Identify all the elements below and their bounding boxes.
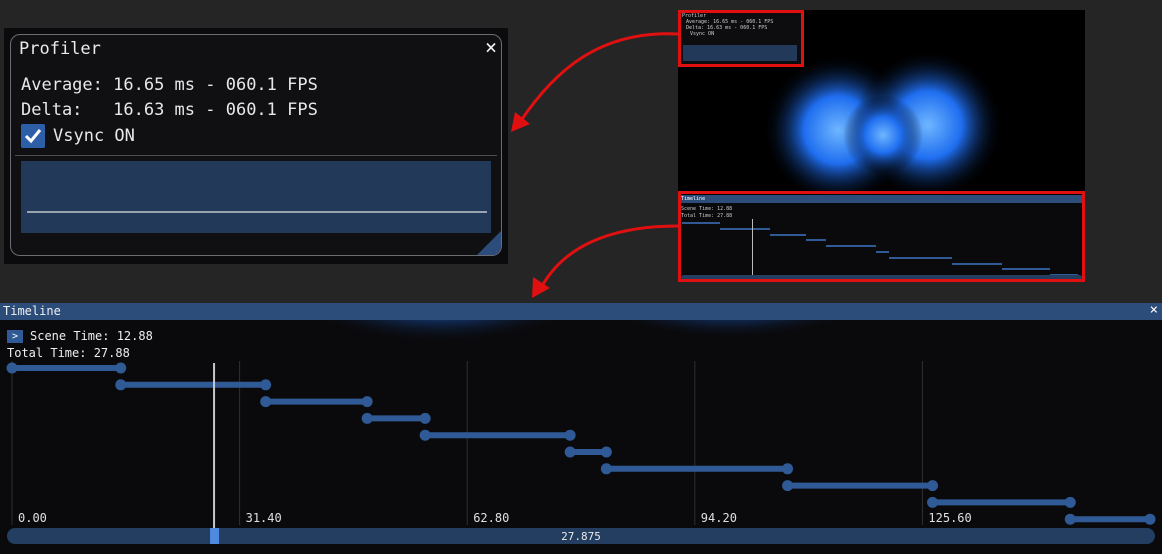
checkmark-icon bbox=[24, 129, 42, 144]
average-value: 16.65 ms - 060.1 FPS bbox=[113, 75, 318, 95]
frame-time-plot bbox=[21, 161, 491, 233]
tick-label: 31.40 bbox=[246, 511, 282, 525]
average-label: Average: bbox=[21, 75, 103, 95]
timeline-title: Timeline bbox=[3, 304, 61, 318]
segment-end-handle[interactable] bbox=[600, 446, 612, 458]
arrow-to-profiler bbox=[518, 32, 679, 123]
timeline-window: 0.00 31.40 62.80 94.20 125.60 27.875 Timeline… bbox=[0, 303, 1162, 554]
vsync-checkbox[interactable] bbox=[21, 124, 45, 148]
segment-end-handle[interactable] bbox=[927, 480, 939, 492]
segment-start-handle[interactable] bbox=[600, 463, 612, 475]
highlight-timeline-box bbox=[678, 191, 1085, 282]
segment-end-handle[interactable] bbox=[564, 429, 576, 441]
separator bbox=[15, 155, 497, 156]
segment-end-handle[interactable] bbox=[782, 463, 794, 475]
highlight-profiler-box bbox=[678, 10, 804, 67]
scene-time-row: > Scene Time: 12.88 bbox=[7, 329, 153, 343]
segment-end-handle[interactable] bbox=[419, 412, 431, 424]
arrow-head-timeline bbox=[532, 277, 550, 298]
total-time-text: Total Time: 27.88 bbox=[7, 346, 130, 360]
tick-label: 0.00 bbox=[18, 511, 47, 525]
expand-arrow-icon[interactable]: > bbox=[7, 329, 23, 343]
vsync-row: Vsync ON bbox=[21, 123, 135, 149]
arrow-to-timeline bbox=[540, 224, 679, 287]
time-scrollbar-grab[interactable] bbox=[210, 528, 220, 544]
profiler-window: Profiler × Average: 16.65 ms - 060.1 FPS… bbox=[10, 34, 502, 256]
segment-start-handle[interactable] bbox=[361, 412, 373, 424]
tick-label: 94.20 bbox=[701, 511, 737, 525]
delta-line: Delta: 16.63 ms - 060.1 FPS bbox=[21, 100, 318, 120]
segment-end-handle[interactable] bbox=[1144, 513, 1156, 525]
segment-end-handle[interactable] bbox=[115, 362, 127, 374]
frame-time-line bbox=[27, 211, 487, 213]
average-line: Average: 16.65 ms - 060.1 FPS bbox=[21, 75, 318, 95]
close-icon[interactable]: × bbox=[1150, 303, 1158, 318]
segment-start-handle[interactable] bbox=[1064, 513, 1076, 525]
segment-start-handle[interactable] bbox=[419, 429, 431, 441]
segment-end-handle[interactable] bbox=[361, 396, 373, 408]
delta-label: Delta: bbox=[21, 100, 83, 120]
delta-value: 16.63 ms - 060.1 FPS bbox=[113, 100, 318, 120]
segment-start-handle[interactable] bbox=[782, 480, 794, 492]
segment-start-handle[interactable] bbox=[260, 396, 272, 408]
segment-start-handle[interactable] bbox=[564, 446, 576, 458]
segment-start-handle[interactable] bbox=[927, 496, 939, 508]
segment-end-handle[interactable] bbox=[1064, 496, 1076, 508]
scene-time-text: Scene Time: 12.88 bbox=[30, 329, 153, 343]
tick-label: 62.80 bbox=[473, 511, 509, 525]
tick-label: 125.60 bbox=[928, 511, 971, 525]
close-icon[interactable]: × bbox=[485, 35, 497, 59]
timeline-track[interactable]: 0.00 31.40 62.80 94.20 125.60 27.875 bbox=[0, 303, 1162, 554]
arrow-head-profiler bbox=[511, 112, 530, 132]
resize-grip-icon[interactable] bbox=[477, 231, 501, 255]
segment-end-handle[interactable] bbox=[260, 379, 272, 391]
app-screenshot-thumbnail: Profiler Average: 16.65 ms - 060.1 FPS D… bbox=[678, 10, 1085, 282]
scroll-value-label: 27.875 bbox=[561, 530, 601, 543]
segment-start-handle[interactable] bbox=[115, 379, 127, 391]
timeline-titlebar[interactable]: Timeline × bbox=[0, 303, 1162, 320]
profiler-title: Profiler bbox=[19, 39, 101, 59]
segment-start-handle[interactable] bbox=[6, 362, 18, 374]
profiler-window-zoom: Profiler × Average: 16.65 ms - 060.1 FPS… bbox=[4, 28, 508, 264]
vsync-label: Vsync ON bbox=[53, 126, 135, 146]
